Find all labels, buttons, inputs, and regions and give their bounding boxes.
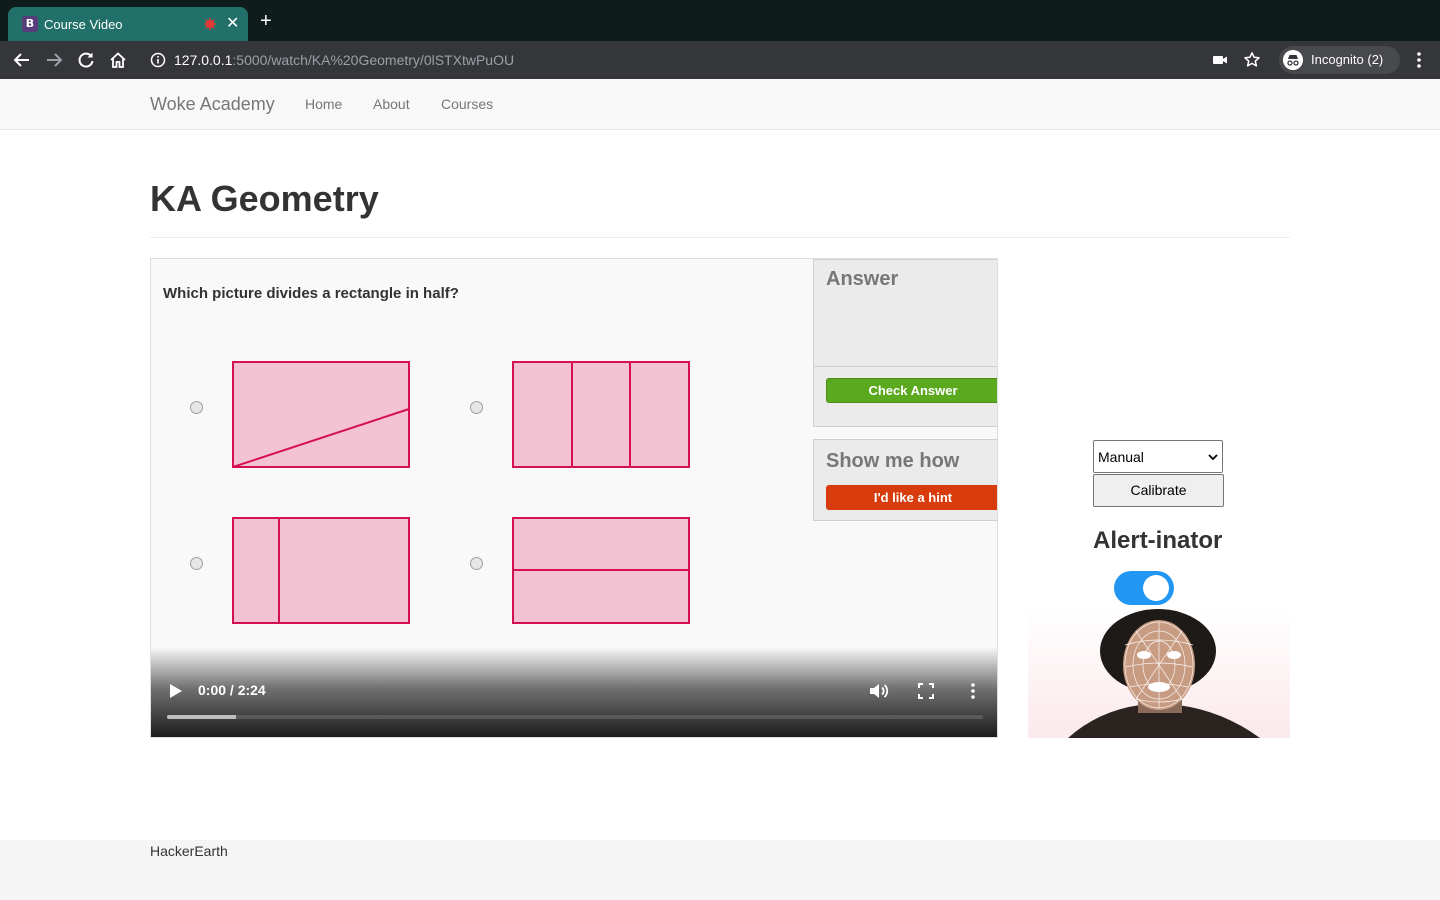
option-radio-3[interactable] [190,557,203,570]
video-time: 0:00 / 2:24 [198,682,266,698]
browser-menu-icon[interactable] [1410,51,1428,69]
option-radio-2[interactable] [470,401,483,414]
browser-toolbar: 127.0.0.1:5000/watch/KA%20Geometry/0lSTX… [0,41,1440,79]
footer-text: HackerEarth [150,843,228,859]
incognito-label: Incognito (2) [1311,52,1384,67]
answer-divider [814,366,997,367]
camera-icon[interactable] [1212,52,1228,68]
browser-tab-bar: B Course Video ✕ + [0,0,1440,41]
url-host: 127.0.0.1 [174,52,233,68]
fullscreen-icon[interactable] [918,683,934,699]
hint-button[interactable]: I'd like a hint [826,485,997,510]
title-divider [150,237,1290,238]
answer-panel: Answer Check Answer [813,259,997,427]
face-mesh-image [1028,607,1290,738]
play-icon[interactable] [169,683,183,699]
nav-link-courses[interactable]: Courses [441,96,493,112]
calibrate-button[interactable]: Calibrate [1093,474,1224,507]
footer: HackerEarth [0,840,1440,900]
site-navbar: Woke Academy Home About Courses [0,79,1440,130]
mode-select-value: Manual [1098,449,1144,465]
option-radio-1[interactable] [190,401,203,414]
bootstrap-favicon-icon: B [22,16,38,32]
tab-close-icon[interactable]: ✕ [226,13,239,33]
tab-title: Course Video [44,17,123,32]
alert-toggle[interactable] [1114,571,1174,605]
chevron-down-icon [1208,454,1218,461]
mode-select[interactable]: Manual [1093,440,1223,473]
home-icon[interactable] [108,50,128,70]
option-diagonal-rect [232,361,410,468]
address-bar[interactable]: 127.0.0.1:5000/watch/KA%20Geometry/0lSTX… [140,45,1270,75]
question-text: Which picture divides a rectangle in hal… [163,285,459,302]
answer-title: Answer [826,268,899,290]
option-half-rect [512,517,690,624]
url-path: :5000/watch/KA%20Geometry/0lSTXtwPuOU [232,52,515,68]
browser-tab[interactable]: B Course Video ✕ [8,7,248,41]
incognito-badge[interactable]: Incognito (2) [1279,46,1400,74]
hint-title: Show me how [826,450,960,472]
video-player[interactable]: Which picture divides a rectangle in hal… [150,258,998,738]
option-uneven-rect [232,517,410,624]
recording-icon [204,18,216,30]
video-progress-bar[interactable] [167,715,983,719]
nav-link-home[interactable]: Home [305,96,342,112]
more-options-icon[interactable] [969,682,977,700]
nav-link-about[interactable]: About [373,96,410,112]
toggle-knob [1143,575,1169,601]
webcam-feed [1028,607,1290,738]
hint-panel: Show me how I'd like a hint [813,439,997,521]
brand-link[interactable]: Woke Academy [150,94,275,115]
incognito-icon [1283,50,1303,70]
bookmark-star-icon[interactable] [1243,51,1261,69]
url-text: 127.0.0.1:5000/watch/KA%20Geometry/0lSTX… [174,52,514,68]
video-controls: 0:00 / 2:24 [151,647,997,737]
option-radio-4[interactable] [470,557,483,570]
page-title: KA Geometry [150,178,379,219]
volume-icon[interactable] [869,682,889,700]
video-progress-fill [167,715,237,719]
new-tab-icon[interactable]: + [260,11,272,31]
reload-icon[interactable] [76,50,96,70]
check-answer-button[interactable]: Check Answer [826,378,997,403]
back-icon[interactable] [12,50,32,70]
forward-icon[interactable] [44,50,64,70]
info-icon[interactable] [150,52,166,68]
option-thirds-rect [512,361,690,468]
alert-inator-title: Alert-inator [1093,527,1223,554]
